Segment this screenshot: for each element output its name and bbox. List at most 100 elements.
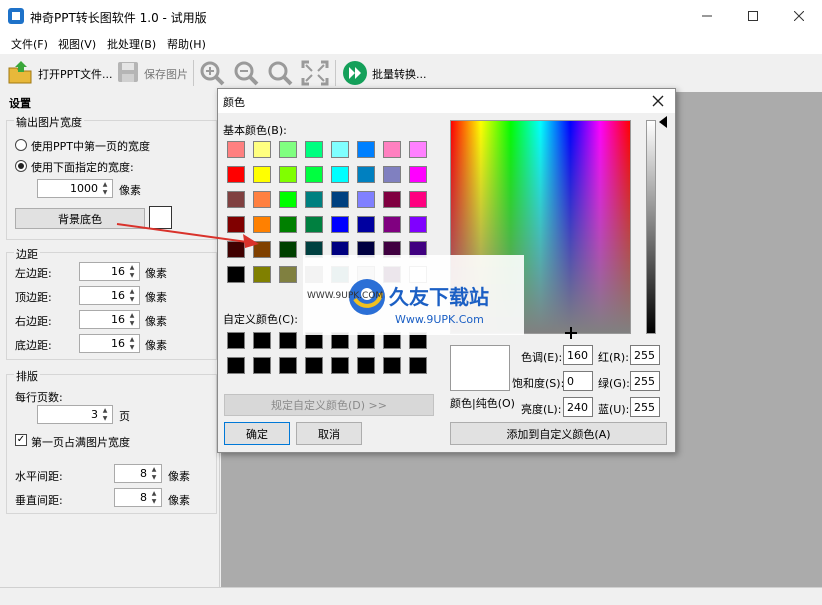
basic-color-swatch[interactable] <box>227 266 245 283</box>
basic-color-swatch[interactable] <box>409 216 427 233</box>
blue-input[interactable]: 255 <box>630 397 660 417</box>
red-input[interactable]: 255 <box>630 345 660 365</box>
basic-color-swatch[interactable] <box>279 166 297 183</box>
menu-batch[interactable]: 批处理(B) <box>107 36 156 52</box>
luminance-arrow-icon[interactable] <box>659 116 667 128</box>
basic-color-swatch[interactable] <box>253 166 271 183</box>
spin-arrows-icon[interactable]: ▲ ▼ <box>100 407 110 422</box>
custom-color-swatch[interactable] <box>331 357 349 374</box>
green-input[interactable]: 255 <box>630 371 660 391</box>
basic-color-swatch[interactable] <box>227 141 245 158</box>
first-page-full-checkbox[interactable]: ✓ <box>15 434 27 446</box>
basic-color-swatch[interactable] <box>305 191 323 208</box>
menu-view[interactable]: 视图(V) <box>58 36 96 52</box>
maximize-button[interactable] <box>730 0 776 32</box>
spin-arrows-icon[interactable]: ▲ ▼ <box>149 490 159 505</box>
menu-help[interactable]: 帮助(H) <box>167 36 206 52</box>
basic-color-swatch[interactable] <box>383 216 401 233</box>
save-image-button[interactable]: 保存图片 <box>144 66 188 82</box>
basic-color-swatch[interactable] <box>305 216 323 233</box>
save-disk-icon[interactable] <box>117 61 139 83</box>
basic-color-swatch[interactable] <box>253 266 271 283</box>
margin-right-input[interactable]: 16 ▲ ▼ <box>79 310 140 329</box>
width-input[interactable]: 1000 ▲ ▼ <box>37 179 113 198</box>
basic-color-swatch[interactable] <box>279 191 297 208</box>
pages-per-row-input[interactable]: 3 ▲ ▼ <box>37 405 113 424</box>
basic-color-swatch[interactable] <box>227 166 245 183</box>
custom-color-swatch[interactable] <box>279 332 297 349</box>
hue-input[interactable]: 160 <box>563 345 593 365</box>
basic-color-swatch[interactable] <box>253 141 271 158</box>
basic-color-swatch[interactable] <box>357 141 375 158</box>
dialog-close-icon[interactable] <box>650 93 666 109</box>
basic-color-swatch[interactable] <box>227 191 245 208</box>
basic-colors-label: 基本颜色(B): <box>223 124 287 137</box>
basic-color-swatch[interactable] <box>409 166 427 183</box>
spin-arrows-icon[interactable]: ▲ ▼ <box>127 288 137 303</box>
basic-color-swatch[interactable] <box>383 166 401 183</box>
basic-color-swatch[interactable] <box>357 166 375 183</box>
basic-color-swatch[interactable] <box>279 141 297 158</box>
batch-convert-icon[interactable] <box>342 60 368 86</box>
spin-arrows-icon[interactable]: ▲ ▼ <box>127 312 137 327</box>
basic-color-swatch[interactable] <box>383 191 401 208</box>
basic-color-swatch[interactable] <box>357 216 375 233</box>
custom-color-swatch[interactable] <box>383 357 401 374</box>
basic-color-swatch[interactable] <box>279 241 297 258</box>
luminance-input[interactable]: 240 <box>563 397 593 417</box>
saturation-input[interactable]: 0 <box>563 371 593 391</box>
cancel-button[interactable]: 取消 <box>296 422 362 445</box>
margin-left-input[interactable]: 16 ▲ ▼ <box>79 262 140 281</box>
menu-file[interactable]: 文件(F) <box>11 36 48 52</box>
open-folder-icon[interactable] <box>7 59 35 87</box>
open-ppt-button[interactable]: 打开PPT文件... <box>38 66 112 82</box>
basic-color-swatch[interactable] <box>253 191 271 208</box>
basic-color-swatch[interactable] <box>331 166 349 183</box>
custom-color-swatch[interactable] <box>253 332 271 349</box>
custom-color-swatch[interactable] <box>305 357 323 374</box>
basic-color-swatch[interactable] <box>331 216 349 233</box>
margin-top-input[interactable]: 16 ▲ ▼ <box>79 286 140 305</box>
basic-color-swatch[interactable] <box>409 141 427 158</box>
batch-convert-button[interactable]: 批量转换... <box>372 66 427 82</box>
basic-color-swatch[interactable] <box>279 216 297 233</box>
v-spacing-input[interactable]: 8 ▲ ▼ <box>114 488 162 507</box>
luminance-label: 亮度(L): <box>521 403 562 416</box>
h-spacing-value: 8 <box>140 467 147 480</box>
fit-screen-icon[interactable] <box>301 60 329 86</box>
basic-color-swatch[interactable] <box>279 266 297 283</box>
custom-color-swatch[interactable] <box>227 332 245 349</box>
basic-color-swatch[interactable] <box>331 191 349 208</box>
spin-arrows-icon[interactable]: ▲ ▼ <box>127 336 137 351</box>
toolbar-separator <box>335 60 336 86</box>
add-custom-color-button[interactable]: 添加到自定义颜色(A) <box>450 422 667 445</box>
custom-color-swatch[interactable] <box>253 357 271 374</box>
h-spacing-input[interactable]: 8 ▲ ▼ <box>114 464 162 483</box>
basic-color-swatch[interactable] <box>305 141 323 158</box>
red-value: 255 <box>634 348 655 362</box>
basic-color-swatch[interactable] <box>409 191 427 208</box>
custom-color-swatch[interactable] <box>227 357 245 374</box>
crosshair-icon <box>565 327 577 339</box>
zoom-actual-icon[interactable] <box>267 60 293 86</box>
zoom-in-icon[interactable] <box>199 60 225 86</box>
basic-color-swatch[interactable] <box>305 166 323 183</box>
zoom-out-icon[interactable] <box>233 60 259 86</box>
minimize-button[interactable] <box>684 0 730 32</box>
custom-color-swatch[interactable] <box>409 357 427 374</box>
spin-arrows-icon[interactable]: ▲ ▼ <box>100 181 110 196</box>
ok-button[interactable]: 确定 <box>224 422 290 445</box>
define-custom-colors-button[interactable]: 规定自定义颜色(D) >> <box>224 394 434 416</box>
close-button[interactable] <box>776 0 822 32</box>
custom-color-swatch[interactable] <box>357 357 375 374</box>
basic-color-swatch[interactable] <box>331 141 349 158</box>
luminance-bar[interactable] <box>646 120 656 334</box>
radio-first-page-width[interactable] <box>15 139 27 151</box>
basic-color-swatch[interactable] <box>383 141 401 158</box>
margin-bottom-input[interactable]: 16 ▲ ▼ <box>79 334 140 353</box>
radio-custom-width[interactable] <box>15 160 27 172</box>
basic-color-swatch[interactable] <box>357 191 375 208</box>
spin-arrows-icon[interactable]: ▲ ▼ <box>127 264 137 279</box>
custom-color-swatch[interactable] <box>279 357 297 374</box>
spin-arrows-icon[interactable]: ▲ ▼ <box>149 466 159 481</box>
